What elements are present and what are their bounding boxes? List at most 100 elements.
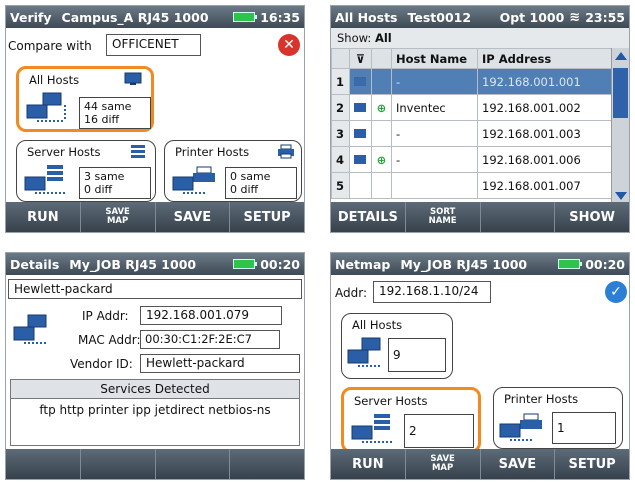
monitor-icon	[124, 72, 142, 85]
host-type-icon	[349, 68, 372, 95]
printer-hosts-card[interactable]: Printer Hosts 0 same 0 diff	[164, 140, 302, 202]
clock: 23:55	[585, 9, 625, 25]
scroll-up-icon[interactable]	[615, 52, 627, 60]
screen-title: Verify	[10, 9, 52, 25]
diff-count: 16 diff	[84, 113, 120, 126]
services-list: ftp http printer ipp jetdirect netbios-n…	[10, 398, 300, 446]
empty-softkey[interactable]	[156, 449, 231, 479]
sort-label: NAME	[428, 216, 457, 226]
server-hosts-count: 2	[404, 414, 474, 448]
save-map-label: MAP	[431, 463, 454, 473]
clock: 00:20	[585, 256, 625, 272]
host-name-header[interactable]: Host Name	[391, 48, 478, 69]
host-type-icon	[349, 146, 372, 173]
expand-plus-icon[interactable]: ⊕	[371, 146, 392, 173]
title-bar: Verify Campus_A RJ45 1000 16:35	[6, 6, 304, 28]
save-map-button[interactable]: SAVE MAP	[81, 202, 156, 232]
row-number: 2	[331, 94, 350, 121]
network-printers-icon	[499, 413, 542, 441]
services-header: Services Detected	[10, 379, 300, 399]
expand-plus-icon[interactable]: ⊕	[371, 94, 392, 121]
filter-icon[interactable]: ⊽	[349, 48, 372, 69]
battery-icon	[233, 12, 258, 22]
host-name-cell	[391, 172, 478, 199]
show-label: Show:	[337, 31, 372, 45]
host-type-icon	[349, 172, 372, 199]
vendor-field: Hewlett-packard	[140, 354, 300, 373]
ip-cell: 192.168.001.007	[477, 172, 613, 199]
address-field[interactable]: 192.168.1.10/24	[373, 281, 491, 303]
printer-hosts-title: Printer Hosts	[175, 145, 250, 159]
server-hosts-title: Server Hosts	[27, 145, 101, 159]
same-count: 44 same	[84, 100, 132, 113]
clock: 00:20	[260, 256, 300, 272]
server-hosts-card[interactable]: Server Hosts 3 same 0 diff	[16, 140, 156, 202]
expand-cell	[371, 172, 392, 199]
printer-hosts-count: 1	[552, 412, 616, 444]
table-row[interactable]: 5 192.168.001.007	[331, 172, 613, 199]
ip-label: IP Addr:	[82, 309, 129, 323]
empty-softkey[interactable]	[230, 449, 304, 479]
table-row[interactable]: 1 - 192.168.001.001	[331, 68, 613, 95]
all-hosts-title: All Hosts	[29, 73, 80, 87]
device-name-field: Hewlett-packard	[8, 279, 302, 299]
battery-icon	[558, 259, 583, 269]
all-hosts-title: All Hosts	[352, 318, 403, 332]
row-number-header	[331, 48, 350, 69]
sort-name-button[interactable]: SORT NAME	[406, 202, 481, 232]
printer-hosts-title: Printer Hosts	[504, 392, 579, 406]
clock: 16:35	[260, 9, 300, 25]
run-button[interactable]: RUN	[331, 449, 406, 479]
ip-address-header[interactable]: IP Address	[477, 48, 613, 69]
printer-hosts-card[interactable]: Printer Hosts 1	[493, 387, 623, 449]
details-button[interactable]: DETAILS	[331, 202, 406, 232]
show-filter[interactable]: Show: All	[331, 28, 629, 48]
scroll-down-icon[interactable]	[615, 192, 627, 200]
softkey-bar: RUN SAVE MAP SAVE SETUP	[331, 449, 629, 479]
printer-icon	[278, 144, 294, 159]
table-header: ⊽ Host Name IP Address	[331, 48, 613, 69]
same-count: 0 same	[230, 170, 271, 183]
details-screen: Details My_JOB RJ45 1000 00:20 Hewlett-p…	[5, 252, 305, 480]
softkey-bar: DETAILS SORT NAME SHOW	[331, 202, 629, 232]
job-name: Test0012	[407, 9, 472, 25]
ip-cell: 192.168.001.006	[477, 146, 613, 173]
scroll-thumb[interactable]	[613, 68, 628, 118]
show-button[interactable]: SHOW	[555, 202, 629, 232]
close-icon[interactable]: ✕	[278, 34, 300, 56]
table-row[interactable]: 2 ⊕ Inventec 192.168.001.002	[331, 94, 613, 121]
host-name-cell: -	[391, 120, 478, 147]
save-button[interactable]: SAVE	[156, 202, 231, 232]
vertical-scrollbar[interactable]	[611, 48, 629, 204]
save-map-button[interactable]: SAVE MAP	[406, 449, 481, 479]
hosts-table: ⊽ Host Name IP Address 1 - 192.168.001.0…	[331, 48, 613, 199]
empty-softkey[interactable]	[81, 449, 156, 479]
title-bar: Details My_JOB RJ45 1000 00:20	[6, 253, 304, 275]
server-hosts-card[interactable]: Server Hosts 2	[341, 387, 481, 453]
diff-count: 0 diff	[230, 183, 259, 196]
save-button[interactable]: SAVE	[481, 449, 556, 479]
setup-button[interactable]: SETUP	[555, 449, 629, 479]
ip-field: 192.168.001.079	[140, 306, 282, 325]
host-name-cell: Inventec	[391, 94, 478, 121]
row-number: 4	[331, 146, 350, 173]
empty-softkey[interactable]	[6, 449, 81, 479]
all-hosts-card[interactable]: All Hosts 44 same 16 diff	[16, 66, 154, 132]
ip-cell: 192.168.001.001	[477, 68, 613, 95]
empty-softkey[interactable]	[481, 202, 556, 232]
all-hosts-screen: All Hosts Test0012 Opt 1000 ≋ 23:55 Show…	[330, 5, 630, 233]
server-hosts-count: 3 same 0 diff	[79, 167, 151, 199]
title-bar: All Hosts Test0012 Opt 1000 ≋ 23:55	[331, 6, 629, 28]
run-button[interactable]: RUN	[6, 202, 81, 232]
printer-hosts-count: 0 same 0 diff	[225, 167, 297, 199]
checkmark-icon[interactable]: ✓	[605, 281, 627, 303]
show-value: All	[374, 31, 392, 45]
mac-label: MAC Addr:	[78, 333, 141, 347]
network-servers-icon	[24, 165, 65, 194]
table-row[interactable]: 4 ⊕ - 192.168.001.006	[331, 146, 613, 173]
table-row[interactable]: 3 - 192.168.001.003	[331, 120, 613, 147]
compare-field[interactable]: OFFICENET	[106, 34, 201, 56]
all-hosts-card[interactable]: All Hosts 9	[341, 313, 453, 379]
job-link-info: My_JOB RJ45 1000	[69, 256, 197, 272]
setup-button[interactable]: SETUP	[230, 202, 304, 232]
